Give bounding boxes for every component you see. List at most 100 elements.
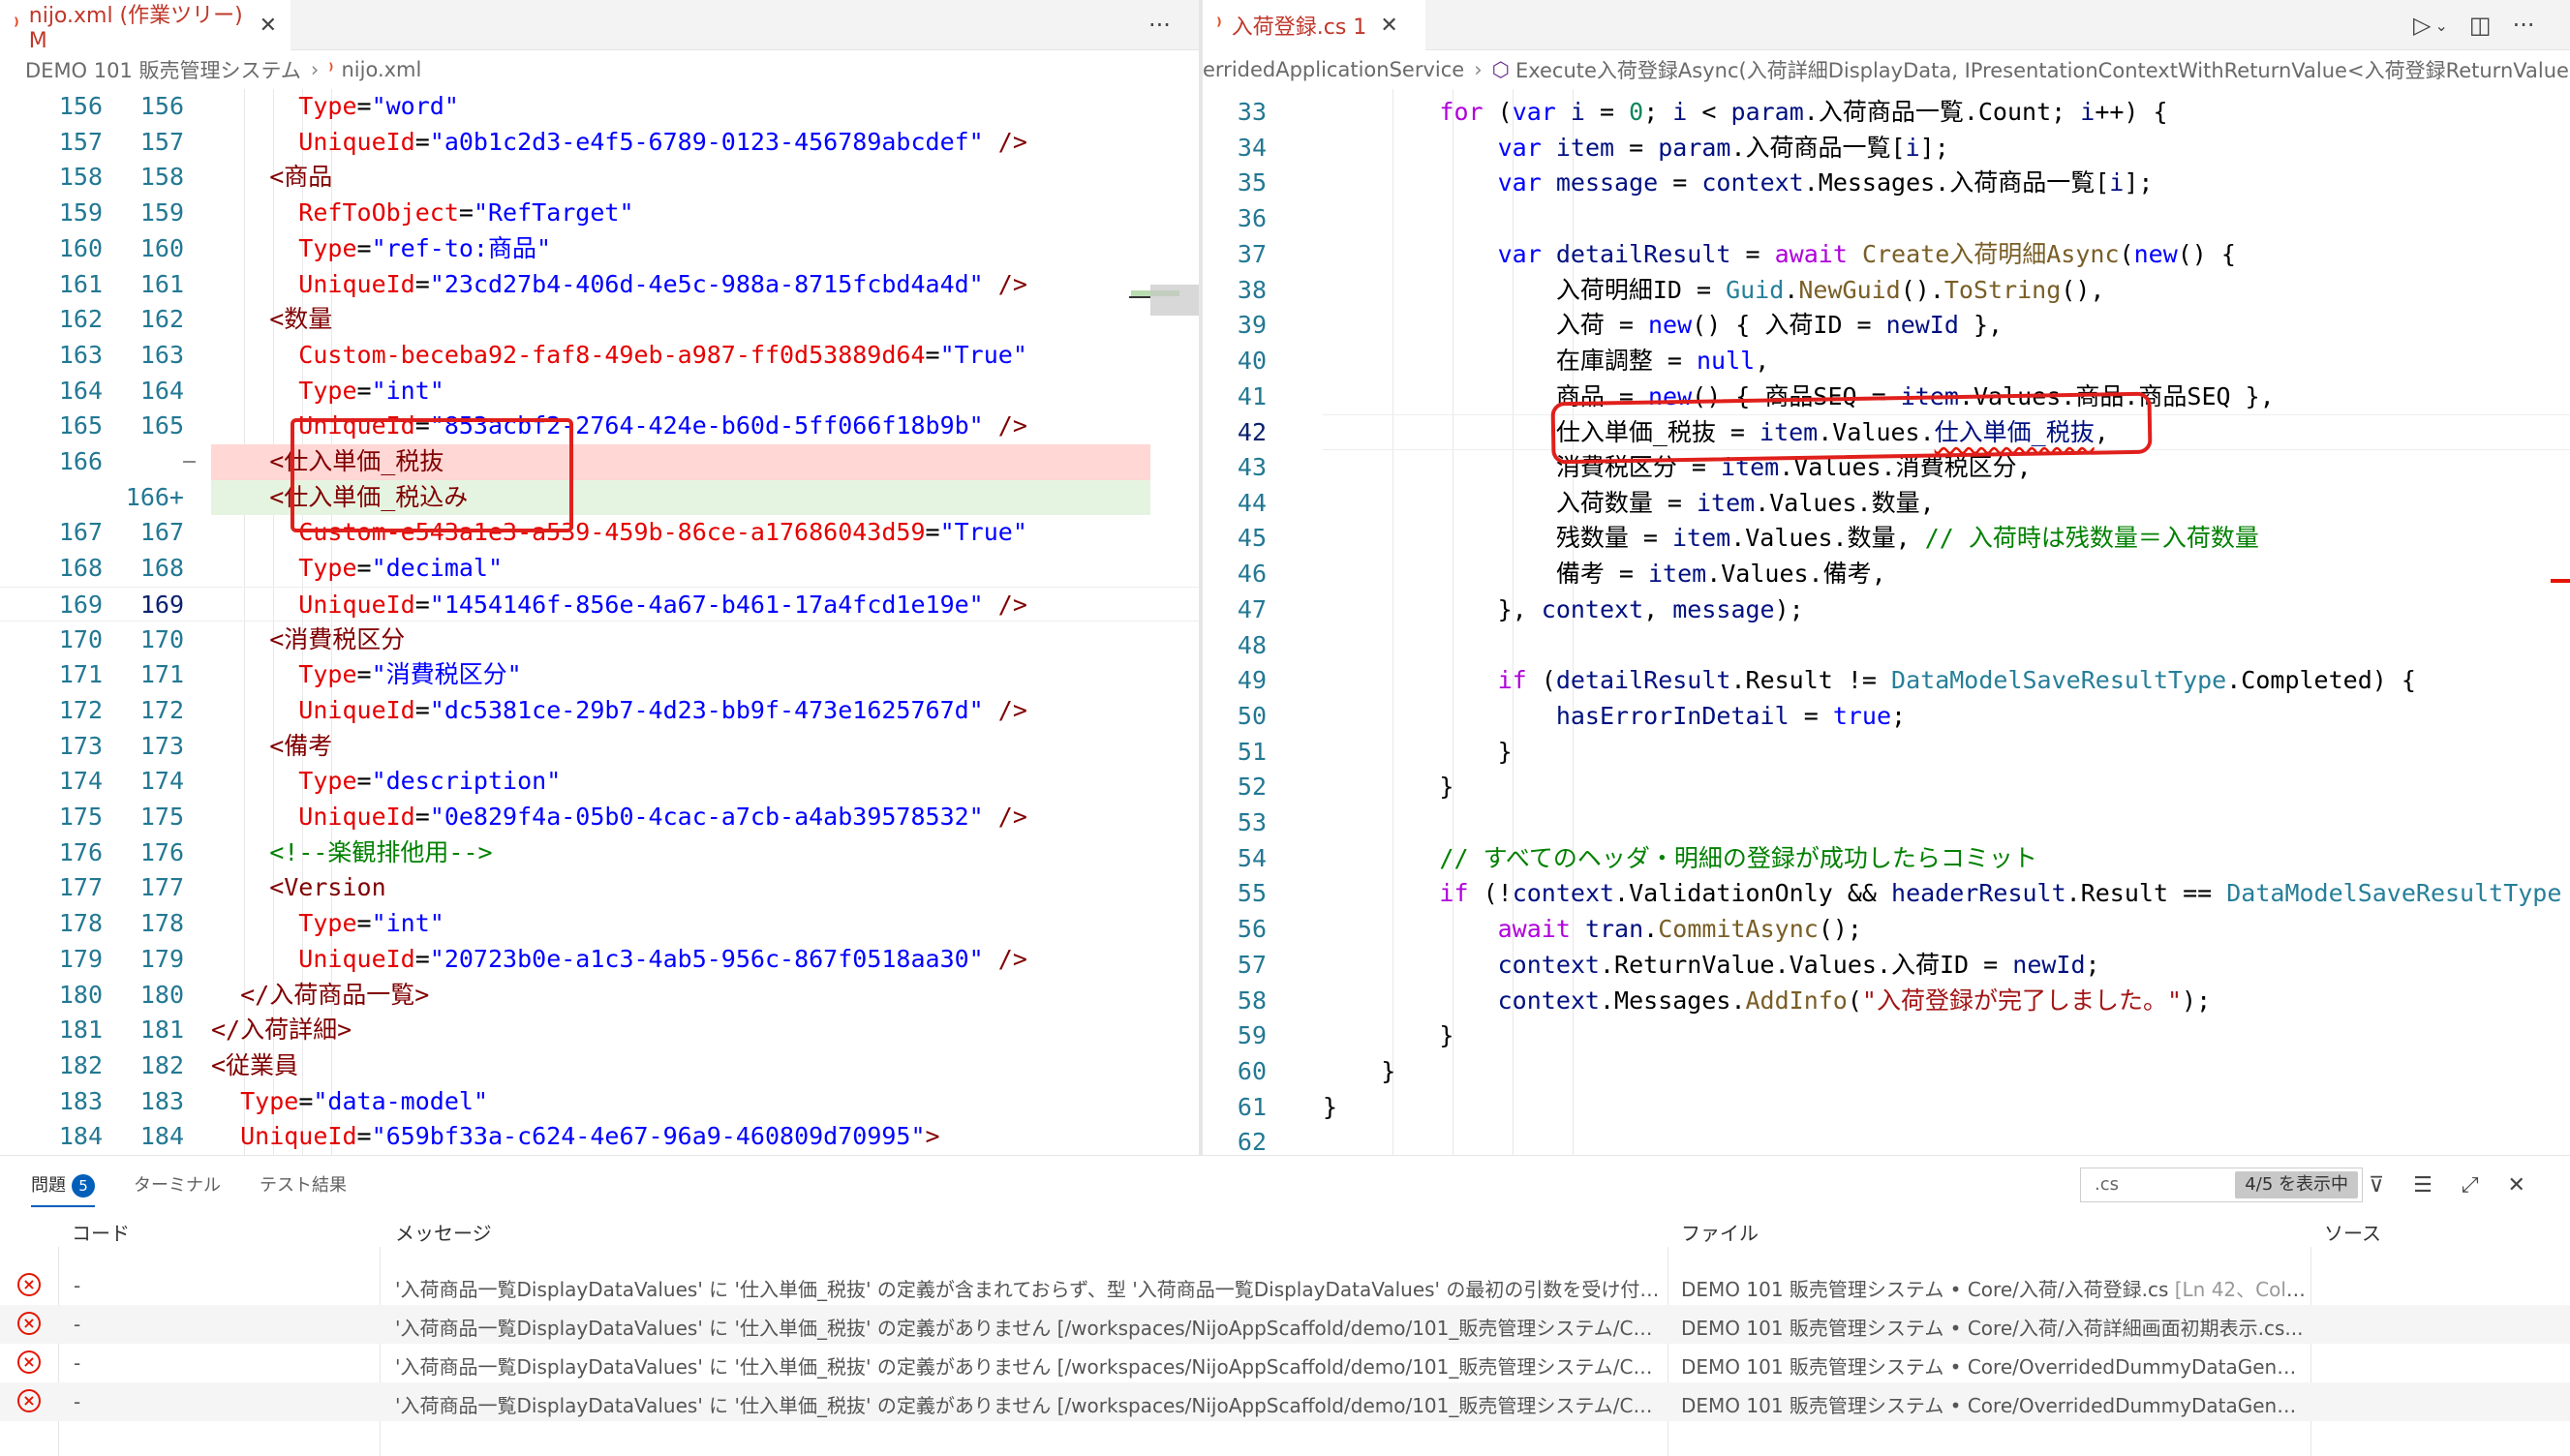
code-line[interactable]: 182 182 <従業員 bbox=[0, 1048, 1199, 1084]
code-line[interactable]: 47 }, context, message); bbox=[1203, 592, 2570, 628]
problem-row[interactable]: × - '入荷商品一覧DisplayDataValues' に '仕入単価_税抜' … bbox=[0, 1266, 2570, 1305]
code-line[interactable]: 176 176 <!--楽観排他用--> bbox=[0, 835, 1199, 871]
code-line[interactable]: 158 158 <商品 bbox=[0, 160, 1199, 196]
code-text: // すべてのヘッダ・明細の登録が成功したらコミット bbox=[1323, 841, 2036, 877]
code-line[interactable]: 166− <仕入単価_税抜 bbox=[0, 444, 1199, 480]
column-header-code[interactable]: コード bbox=[72, 1218, 130, 1246]
breadcrumb-item-class[interactable]: erridedApplicationService bbox=[1203, 58, 1464, 81]
code-line[interactable]: 181 181 </入荷詳細> bbox=[0, 1013, 1199, 1048]
problems-filter-input[interactable]: .cs 4/5 を表示中 bbox=[2080, 1168, 2363, 1202]
code-token: 0 bbox=[1629, 98, 1644, 126]
code-line[interactable]: 161 161 UniqueId="23cd27b4-406d-4e5c-988a… bbox=[0, 267, 1199, 303]
code-line[interactable]: 180 180 </入荷商品一覧> bbox=[0, 978, 1199, 1014]
code-token: </入荷商品一覧> bbox=[211, 980, 430, 1009]
code-line[interactable]: 39 入荷 = new() { 入荷ID = newId }, bbox=[1203, 308, 2570, 344]
filter-icon[interactable]: ⊽ bbox=[2369, 1173, 2384, 1198]
code-line[interactable]: 184 184 UniqueId="659bf33a-c624-4e67-96a9… bbox=[0, 1119, 1199, 1155]
code-line[interactable]: 49 if (detailResult.Result != DataModelS… bbox=[1203, 663, 2570, 699]
code-line[interactable]: 61} bbox=[1203, 1090, 2570, 1126]
code-text: <Version bbox=[211, 870, 1150, 906]
code-line[interactable]: 168 168 Type="decimal" bbox=[0, 551, 1199, 587]
line-number-modified: 177 bbox=[139, 873, 184, 902]
problem-row[interactable]: × - '入荷商品一覧DisplayDataValues' に '仕入単価_税抜' … bbox=[0, 1305, 2570, 1344]
code-token: 備考 = bbox=[1323, 560, 1648, 589]
line-number-modified: 171 bbox=[139, 660, 184, 689]
code-line[interactable]: 178 178 Type="int" bbox=[0, 906, 1199, 942]
tab-nyuka-touroku-cs[interactable]: ⁾ 入荷登録.cs 1 ✕ bbox=[1203, 0, 1425, 50]
code-line[interactable]: 59 } bbox=[1203, 1018, 2570, 1054]
code-line[interactable]: 160 160 Type="ref-to:商品" bbox=[0, 231, 1199, 267]
problem-row[interactable]: × - '入荷商品一覧DisplayDataValues' に '仕入単価_税抜' … bbox=[0, 1344, 2570, 1382]
code-line[interactable]: 55 if (!context.ValidationOnly && header… bbox=[1203, 876, 2570, 912]
code-line[interactable]: 48 bbox=[1203, 628, 2570, 664]
code-line[interactable]: 177 177 <Version bbox=[0, 870, 1199, 906]
code-line[interactable]: 37 var detailResult = await Create入荷明細As… bbox=[1203, 237, 2570, 273]
code-line[interactable]: 60 } bbox=[1203, 1054, 2570, 1090]
breadcrumb-item-project[interactable]: DEMO 101 販売管理システム bbox=[25, 55, 301, 84]
code-line[interactable]: 163 163 Custom-beceba92-faf8-49eb-a987-ff… bbox=[0, 338, 1199, 374]
code-line[interactable]: 162 162 <数量 bbox=[0, 302, 1199, 338]
code-line[interactable]: 156 156 Type="word" bbox=[0, 89, 1199, 125]
code-line[interactable]: 51 } bbox=[1203, 735, 2570, 771]
code-line[interactable]: 52 } bbox=[1203, 770, 2570, 805]
code-editor-xml[interactable]: 156 156 Type="word" 157 157 UniqueId="a0b1c… bbox=[0, 89, 1199, 1155]
close-icon[interactable]: ✕ bbox=[1380, 14, 1397, 38]
column-header-source[interactable]: ソース bbox=[2324, 1218, 2381, 1246]
code-line[interactable]: 157 157 UniqueId="a0b1c2d3-e4f5-6789-0123… bbox=[0, 125, 1199, 161]
code-line[interactable]: 164 164 Type="int" bbox=[0, 374, 1199, 410]
code-line[interactable]: 44 入荷数量 = item.Values.数量, bbox=[1203, 486, 2570, 522]
column-header-file[interactable]: ファイル bbox=[1681, 1218, 1759, 1246]
code-line[interactable]: 54 // すべてのヘッダ・明細の登録が成功したらコミット bbox=[1203, 841, 2570, 877]
code-line[interactable]: 53 bbox=[1203, 805, 2570, 841]
problem-row[interactable]: × - '入荷商品一覧DisplayDataValues' に '仕入単価_税抜' … bbox=[0, 1382, 2570, 1421]
column-header-message[interactable]: メッセージ bbox=[395, 1218, 492, 1246]
collapse-all-icon[interactable]: ☰ bbox=[2413, 1173, 2432, 1198]
run-icon[interactable]: ▷ bbox=[2413, 12, 2431, 39]
code-editor-csharp[interactable]: 33 for (var i = 0; i < param.入荷商品一覧.Coun… bbox=[1203, 89, 2570, 1155]
code-line[interactable]: 62 bbox=[1203, 1125, 2570, 1155]
code-line[interactable]: 179 179 UniqueId="20723b0e-a1c3-4ab5-956c… bbox=[0, 942, 1199, 978]
more-actions-icon[interactable]: ··· bbox=[1148, 12, 1171, 39]
tab-problems[interactable]: 問題 5 bbox=[31, 1171, 95, 1207]
code-line[interactable]: 173 173 <備考 bbox=[0, 729, 1199, 765]
tab-terminal[interactable]: ターミナル bbox=[134, 1171, 221, 1197]
close-panel-icon[interactable]: ✕ bbox=[2507, 1173, 2524, 1198]
code-line[interactable]: 33 for (var i = 0; i < param.入荷商品一覧.Coun… bbox=[1203, 95, 2570, 131]
code-line[interactable]: 175 175 UniqueId="0e829f4a-05b0-4cac-a7cb… bbox=[0, 800, 1199, 835]
maximize-panel-icon[interactable]: ⤢ bbox=[2462, 1173, 2479, 1198]
minimap-slider[interactable] bbox=[1150, 285, 1199, 316]
close-icon[interactable]: ✕ bbox=[260, 14, 277, 38]
code-line[interactable]: 170 170 <消費税区分 bbox=[0, 622, 1199, 658]
code-line[interactable]: 174 174 Type="description" bbox=[0, 764, 1199, 800]
code-token: (), bbox=[2061, 275, 2105, 304]
code-line[interactable]: 167 167 Custom-e543a1e3-a539-459b-86ce-a1… bbox=[0, 515, 1199, 551]
tab-test-results[interactable]: テスト結果 bbox=[260, 1171, 347, 1197]
breadcrumb-item-method[interactable]: Execute入荷登録Async(入荷詳細DisplayData, IPrese… bbox=[1515, 55, 2570, 84]
code-line[interactable]: 40 在庫調整 = null, bbox=[1203, 344, 2570, 379]
code-token: = bbox=[414, 944, 430, 973]
split-editor-icon[interactable]: ◫ bbox=[2469, 12, 2492, 39]
code-line[interactable]: 172 172 UniqueId="dc5381ce-29b7-4d23-bb9f… bbox=[0, 693, 1199, 729]
code-line[interactable]: 38 入荷明細ID = Guid.NewGuid().ToString(), bbox=[1203, 273, 2570, 309]
code-token: detailResult bbox=[1555, 239, 1731, 268]
code-line[interactable]: 57 context.ReturnValue.Values.入荷ID = new… bbox=[1203, 948, 2570, 984]
tab-nijo-xml[interactable]: ⁾ nijo.xml (作業ツリー) M ✕ bbox=[0, 0, 291, 53]
code-line[interactable]: 183 183 Type="data-model" bbox=[0, 1084, 1199, 1120]
code-line[interactable]: 50 hasErrorInDetail = true; bbox=[1203, 699, 2570, 735]
code-line[interactable]: 56 await tran.CommitAsync(); bbox=[1203, 912, 2570, 948]
code-line[interactable]: 36 bbox=[1203, 201, 2570, 237]
code-line[interactable]: 35 var message = context.Messages.入荷商品一覧… bbox=[1203, 166, 2570, 201]
code-line[interactable]: 46 備考 = item.Values.備考, bbox=[1203, 557, 2570, 592]
code-line[interactable]: 34 var item = param.入荷商品一覧[i]; bbox=[1203, 131, 2570, 167]
code-line[interactable]: 166+ <仕入単価_税込み bbox=[0, 479, 1199, 516]
more-actions-icon[interactable]: ··· bbox=[2513, 12, 2535, 39]
code-line[interactable]: 58 context.Messages.AddInfo("入荷登録が完了しました… bbox=[1203, 984, 2570, 1019]
code-line[interactable]: 45 残数量 = item.Values.数量, // 入荷時は残数量＝入荷数量 bbox=[1203, 521, 2570, 557]
code-line[interactable]: 165 165 UniqueId="853acbf2-2764-424e-b60d… bbox=[0, 409, 1199, 444]
code-line[interactable]: 171 171 Type="消費税区分" bbox=[0, 657, 1199, 693]
code-text: <商品 bbox=[211, 160, 1150, 196]
code-line[interactable]: 169 169 UniqueId="1454146f-856e-4a67-b461… bbox=[0, 586, 1199, 622]
code-line[interactable]: 159 159 RefToObject="RefTarget" bbox=[0, 196, 1199, 231]
chevron-down-icon[interactable]: ⌄ bbox=[2434, 16, 2447, 35]
breadcrumb-item-file[interactable]: nijo.xml bbox=[341, 58, 421, 81]
